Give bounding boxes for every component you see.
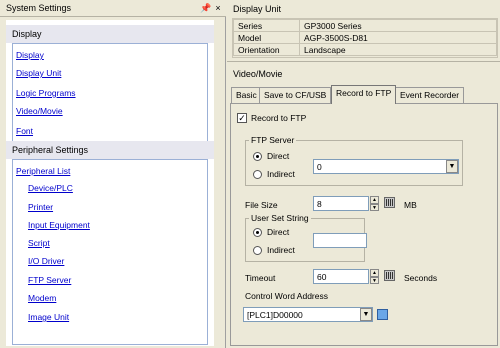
- timeout-label: Timeout: [245, 273, 276, 283]
- peripheral-links-box: Peripheral List Device/PLC Printer Input…: [12, 159, 208, 345]
- record-to-ftp-panel: ✓ Record to FTP FTP Server Direct Indire…: [230, 103, 498, 346]
- display-unit-title: Display Unit: [233, 4, 282, 14]
- link-logic-programs[interactable]: Logic Programs: [16, 88, 76, 98]
- orientation-value: Landscape: [299, 43, 497, 56]
- control-word-address-label: Control Word Address: [245, 291, 328, 301]
- system-settings-panel: System Settings 📌 × Display Display Disp…: [0, 0, 226, 348]
- file-size-input[interactable]: 8: [313, 196, 369, 211]
- user-set-string-indirect-label: Indirect: [267, 245, 295, 255]
- display-links-box: Display Display Unit Logic Programs Vide…: [12, 43, 208, 157]
- file-size-unit: MB: [404, 200, 417, 210]
- link-font[interactable]: Font: [16, 126, 33, 136]
- link-printer[interactable]: Printer: [28, 202, 53, 212]
- orientation-label: Orientation: [233, 43, 300, 56]
- link-peripheral-list[interactable]: Peripheral List: [16, 166, 70, 176]
- record-to-ftp-checkbox[interactable]: ✓: [237, 113, 247, 123]
- pin-icon[interactable]: 📌: [200, 3, 211, 13]
- user-set-string-direct-radio[interactable]: [253, 228, 262, 237]
- file-size-up-icon[interactable]: ▲: [370, 196, 379, 204]
- tab-save-to-cf-usb[interactable]: Save to CF/USB: [259, 87, 332, 103]
- ftp-server-direct-label: Direct: [267, 151, 290, 161]
- section-header-display: Display: [6, 25, 214, 43]
- timeout-down-icon[interactable]: ▼: [370, 277, 379, 284]
- display-unit-panel: Display Unit Series GP3000 Series Model …: [227, 0, 500, 62]
- link-input-equipment[interactable]: Input Equipment: [28, 220, 90, 230]
- user-set-string-input[interactable]: [313, 233, 367, 248]
- tab-record-to-ftp[interactable]: Record to FTP: [331, 85, 397, 104]
- link-modem[interactable]: Modem: [28, 293, 56, 303]
- timeout-up-icon[interactable]: ▲: [370, 269, 379, 277]
- file-size-down-icon[interactable]: ▼: [370, 204, 379, 211]
- ftp-server-group-label: FTP Server: [249, 135, 297, 145]
- link-image-unit[interactable]: Image Unit: [28, 312, 69, 322]
- panel-title: System Settings: [6, 3, 72, 13]
- timeout-keypad-icon[interactable]: [384, 270, 395, 281]
- settings-tree: Display Display Display Unit Logic Progr…: [6, 20, 214, 346]
- file-size-keypad-icon[interactable]: [384, 197, 395, 208]
- control-word-chevron-down-icon[interactable]: ▼: [360, 308, 372, 321]
- link-io-driver[interactable]: I/O Driver: [28, 256, 64, 266]
- link-video-movie[interactable]: Video/Movie: [16, 106, 63, 116]
- control-word-address-select[interactable]: [PLC1]D00000: [243, 307, 373, 322]
- link-display-unit[interactable]: Display Unit: [16, 68, 61, 78]
- close-icon[interactable]: ×: [213, 3, 223, 13]
- ftp-server-chevron-down-icon[interactable]: ▼: [446, 160, 458, 173]
- display-unit-grid: Series GP3000 Series Model AGP-3500S-D81…: [232, 18, 498, 58]
- link-display[interactable]: Display: [16, 50, 44, 60]
- ftp-server-direct-radio[interactable]: [253, 152, 262, 161]
- tab-event-recorder[interactable]: Event Recorder: [395, 87, 465, 103]
- section-header-peripheral: Peripheral Settings: [6, 141, 214, 159]
- timeout-unit: Seconds: [404, 273, 438, 283]
- ftp-server-select[interactable]: 0: [313, 159, 459, 174]
- link-ftp-server[interactable]: FTP Server: [28, 275, 71, 285]
- file-size-label: File Size: [245, 200, 278, 210]
- user-set-string-indirect-radio[interactable]: [253, 246, 262, 255]
- tab-basic[interactable]: Basic: [231, 87, 262, 103]
- video-movie-title: Video/Movie: [233, 69, 283, 79]
- ftp-server-indirect-label: Indirect: [267, 169, 295, 179]
- link-device-plc[interactable]: Device/PLC: [28, 183, 73, 193]
- record-to-ftp-label: Record to FTP: [251, 113, 307, 123]
- address-input-icon[interactable]: [377, 309, 388, 320]
- user-set-string-direct-label: Direct: [267, 227, 290, 237]
- panel-titlebar: System Settings 📌 ×: [0, 0, 226, 17]
- properties-panel: Display Unit Series GP3000 Series Model …: [227, 0, 500, 348]
- ftp-server-indirect-radio[interactable]: [253, 170, 262, 179]
- user-set-string-group-label: User Set String: [249, 213, 311, 223]
- link-script[interactable]: Script: [28, 238, 50, 248]
- timeout-input[interactable]: 60: [313, 269, 369, 284]
